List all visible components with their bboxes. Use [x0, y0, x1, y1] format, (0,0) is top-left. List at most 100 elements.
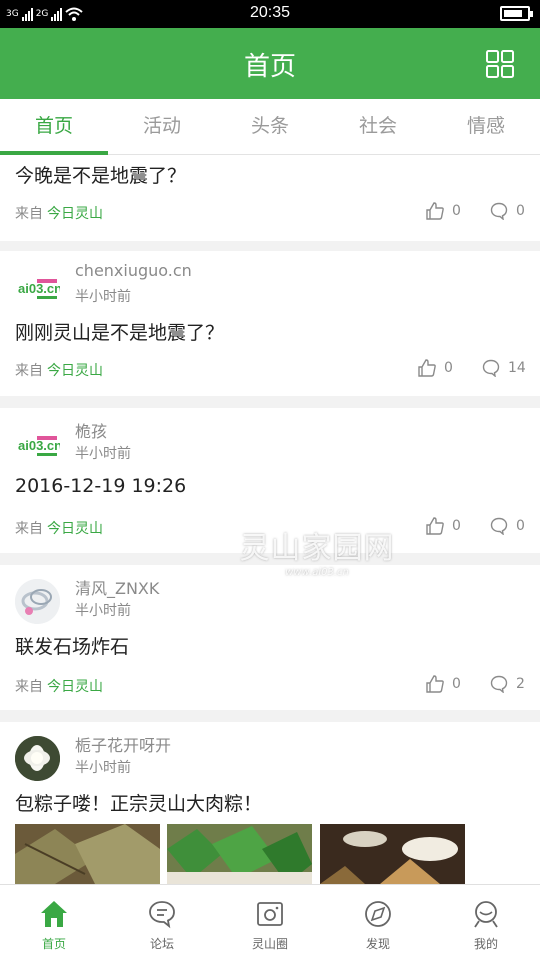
source-prefix: 来自 [15, 206, 43, 222]
camera-circle-icon [257, 902, 283, 926]
chat-bubble-icon [149, 901, 175, 929]
page-title: 首页 [243, 52, 296, 82]
post-text: 今晚是不是地震了？ [15, 165, 187, 187]
nav-label: 我的 [473, 937, 498, 951]
post-source: 来自 今日灵山 [15, 676, 103, 696]
tab-society[interactable]: 社会 [324, 99, 432, 154]
nav-mine[interactable]: 我的 [432, 885, 540, 960]
comment-count: 0 [516, 518, 525, 534]
like-count: 0 [452, 676, 461, 692]
post-photo[interactable] [320, 824, 465, 884]
post-text: 刚刚灵山是不是地震了？ [15, 322, 225, 344]
post-username[interactable]: 桅孩 [75, 418, 107, 442]
post-username[interactable]: 清风_ZNXK [75, 575, 159, 599]
user-icon [474, 901, 498, 928]
comment-button[interactable]: 0 [490, 517, 525, 535]
zongzi-photo [320, 824, 465, 884]
source-link[interactable]: 今日灵山 [47, 363, 103, 379]
nav-discover[interactable]: 发现 [324, 885, 432, 960]
avatar-logo-image: ai03.cn [15, 265, 60, 310]
avatar[interactable]: ai03.cn [15, 265, 60, 310]
like-button[interactable]: 0 [418, 359, 453, 377]
post-card[interactable]: ai03.cn chenxiuguo.cn 半小时前 刚刚灵山是不是地震了？ 来… [0, 251, 540, 396]
nav-label: 发现 [365, 937, 390, 951]
battery-icon [500, 6, 533, 21]
compass-icon [365, 901, 391, 927]
comment-icon [482, 359, 500, 377]
avatar-logo-text: ai03.cn [18, 281, 60, 296]
nav-forum[interactable]: 论坛 [108, 885, 216, 960]
post-time: 半小时前 [75, 603, 131, 619]
post-card[interactable]: ai03.cn 桅孩 半小时前 2016-12-19 19:26 来自 今日灵山 … [0, 408, 540, 553]
tab-emotion[interactable]: 情感 [432, 99, 540, 154]
comment-icon [490, 675, 508, 693]
post-time: 半小时前 [75, 446, 131, 462]
post-card[interactable]: 清风_ZNXK 半小时前 联发石场炸石 来自 今日灵山 0 2 [0, 565, 540, 710]
post-time: 半小时前 [75, 760, 131, 776]
comment-button[interactable]: 0 [490, 202, 525, 220]
tab-events[interactable]: 活动 [108, 99, 216, 154]
avatar-logo-text: ai03.cn [18, 438, 60, 453]
like-button[interactable]: 0 [426, 202, 461, 220]
nav-label: 首页 [41, 937, 66, 951]
like-count: 0 [452, 203, 461, 219]
comment-count: 14 [508, 360, 526, 376]
thumbs-up-icon [426, 202, 444, 220]
post-text: 包粽子喽！正宗灵山大肉粽！ [15, 793, 263, 815]
post-text: 2016-12-19 19:26 [15, 475, 187, 497]
app-root: 3G 2G 20:35 首页 首页 活动 头条 社会 情感 今晚是不是地震了？ [0, 0, 540, 960]
grid-icon[interactable] [486, 50, 514, 78]
source-link[interactable]: 今日灵山 [47, 679, 103, 695]
source-prefix: 来自 [15, 363, 43, 379]
post-username[interactable]: chenxiuguo.cn [75, 261, 192, 280]
post-text: 联发石场炸石 [15, 636, 130, 658]
bottom-nav: 首页 论坛 灵山圈 发现 我的 [0, 884, 540, 960]
thumbs-up-icon [426, 517, 444, 535]
status-bar: 3G 2G 20:35 [0, 0, 540, 28]
post-username[interactable]: 栀子花开呀开 [75, 732, 171, 756]
comment-icon [490, 202, 508, 220]
thumbs-up-icon [426, 675, 444, 693]
post-card[interactable]: 今晚是不是地震了？ 来自 今日灵山 0 0 [0, 155, 540, 241]
post-photo[interactable] [15, 824, 160, 884]
status-time: 20:35 [249, 4, 291, 21]
source-prefix: 来自 [15, 521, 43, 537]
avatar[interactable] [15, 579, 60, 624]
category-tabs: 首页 活动 头条 社会 情感 [0, 99, 540, 155]
nav-lingshan-circle[interactable]: 灵山圈 [216, 885, 324, 960]
like-button[interactable]: 0 [426, 675, 461, 693]
tab-home[interactable]: 首页 [0, 99, 108, 155]
nav-label: 论坛 [149, 937, 174, 951]
like-count: 0 [452, 518, 461, 534]
post-time: 半小时前 [75, 289, 131, 305]
post-source: 来自 今日灵山 [15, 203, 103, 223]
post-photo[interactable] [167, 824, 312, 884]
post-feed: 今晚是不是地震了？ 来自 今日灵山 0 0 ai03.cn chenxiuguo… [0, 155, 540, 884]
comment-count: 2 [516, 676, 525, 692]
comment-button[interactable]: 14 [482, 359, 526, 377]
comment-button[interactable]: 2 [490, 675, 525, 693]
source-link[interactable]: 今日灵山 [47, 206, 103, 222]
app-header: 首页 [0, 28, 540, 99]
zongzi-photo [167, 824, 312, 884]
source-link[interactable]: 今日灵山 [47, 521, 103, 537]
nav-home[interactable]: 首页 [0, 885, 108, 960]
avatar-logo-image: ai03.cn [15, 422, 60, 467]
like-button[interactable]: 0 [426, 517, 461, 535]
zongzi-photo [15, 824, 160, 884]
avatar-photo [15, 579, 60, 624]
thumbs-up-icon [418, 359, 436, 377]
post-source: 来自 今日灵山 [15, 518, 103, 538]
comment-icon [490, 517, 508, 535]
like-count: 0 [444, 360, 453, 376]
home-icon [41, 901, 67, 927]
comment-count: 0 [516, 203, 525, 219]
avatar[interactable] [15, 736, 60, 781]
post-source: 来自 今日灵山 [15, 360, 103, 380]
avatar[interactable]: ai03.cn [15, 422, 60, 467]
source-prefix: 来自 [15, 679, 43, 695]
avatar-photo [15, 736, 60, 781]
battery-level [504, 10, 522, 17]
tab-headlines[interactable]: 头条 [216, 99, 324, 154]
nav-label: 灵山圈 [251, 937, 288, 951]
